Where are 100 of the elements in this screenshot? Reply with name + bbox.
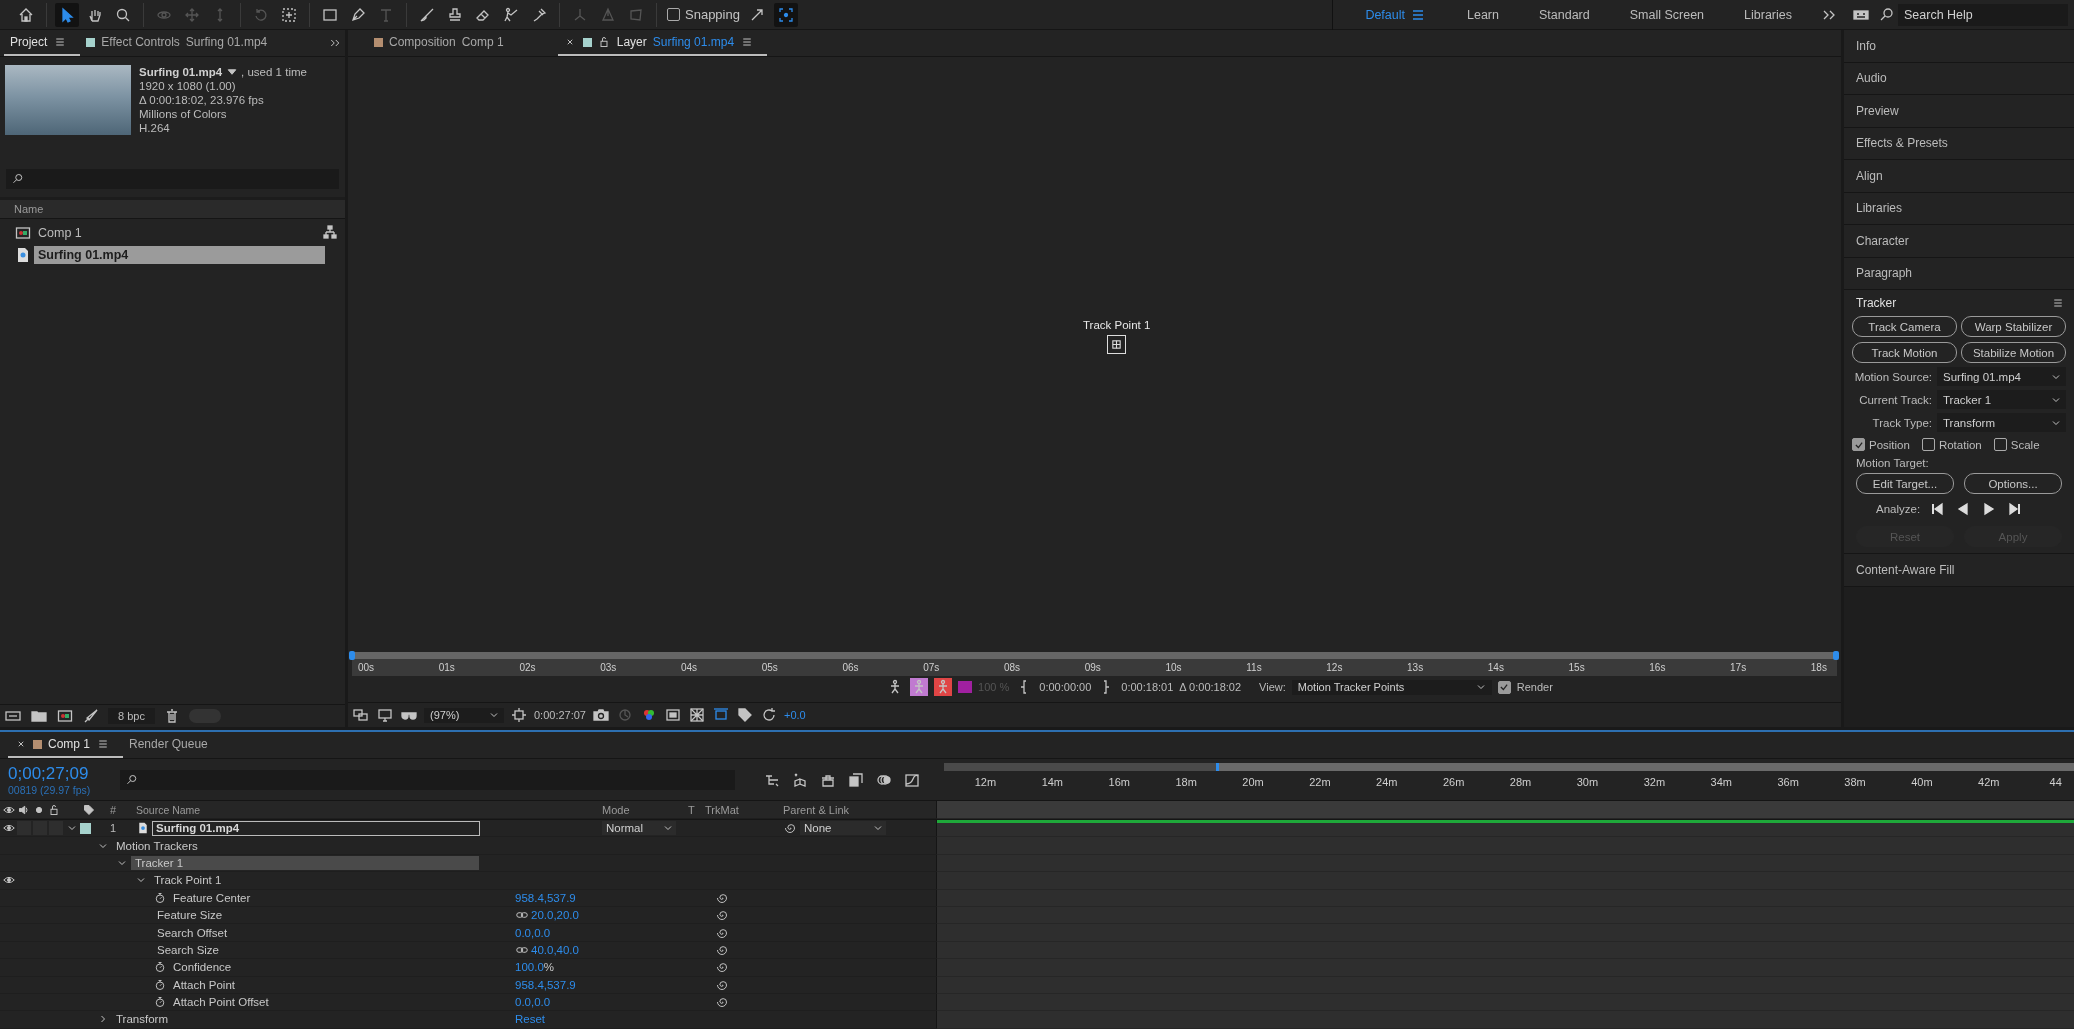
camera-icon[interactable] (592, 706, 610, 724)
menu-icon[interactable] (53, 35, 67, 49)
stopwatch-icon[interactable] (153, 995, 166, 1009)
workspace-tab[interactable]: Standard (1539, 7, 1590, 22)
search-field[interactable] (6, 169, 339, 189)
workspace-tab[interactable]: Default (1365, 7, 1405, 22)
workspace-tab[interactable]: Learn (1467, 7, 1499, 22)
panel-tab[interactable]: Comp 1 (8, 732, 124, 758)
search-field[interactable] (120, 769, 736, 790)
fit-frame-icon[interactable] (510, 706, 528, 724)
switch-box[interactable] (33, 821, 47, 836)
speaker-icon[interactable] (17, 803, 30, 816)
spiral-icon[interactable] (715, 960, 728, 974)
property-group[interactable]: Transform (112, 1012, 172, 1027)
label-swatch[interactable] (80, 822, 91, 834)
tracker-button[interactable]: Edit Target... (1856, 473, 1954, 494)
color-swatch[interactable] (958, 681, 973, 693)
property-group[interactable]: Tracker 1 (131, 855, 479, 870)
property-value[interactable]: Reset (515, 1013, 546, 1026)
property-value[interactable]: 0.0,0.0 (515, 926, 551, 939)
stopwatch-icon[interactable] (153, 960, 166, 974)
workspace-tab[interactable]: Small Screen (1629, 7, 1705, 22)
spiral-icon[interactable] (715, 926, 728, 940)
switch-box[interactable] (49, 821, 63, 836)
checkbox[interactable] (667, 8, 680, 21)
render-label[interactable]: Render (1516, 681, 1553, 693)
exposure-value[interactable]: +0.0 (784, 709, 806, 721)
magnification-dropdown[interactable]: (97%) (424, 707, 504, 723)
panel-title[interactable]: Libraries (1856, 201, 1903, 216)
property-value[interactable]: 0.0,0.0 (515, 996, 551, 1009)
checkerboard-icon[interactable] (688, 706, 706, 724)
tracker-button[interactable]: Stabilize Motion (1961, 342, 2066, 363)
lock-icon[interactable] (597, 35, 611, 49)
property-value[interactable]: 958.4,537.9 (515, 978, 576, 991)
spiral-icon[interactable] (715, 978, 728, 992)
checkbox[interactable] (1852, 438, 1865, 451)
panel-title[interactable]: Info (1856, 38, 1876, 53)
panel-tab[interactable]: Composition Comp 1 (368, 30, 518, 56)
arrow-cursor-icon[interactable] (55, 2, 79, 27)
property-group[interactable]: Track Point 1 (150, 873, 226, 888)
stopwatch-icon[interactable] (153, 891, 166, 905)
spiral-icon[interactable] (783, 821, 796, 835)
tag-icon[interactable] (736, 706, 754, 724)
mode-dropdown[interactable]: Normal (602, 821, 676, 836)
property-value[interactable]: 20.0,20.0 (531, 909, 579, 922)
dropdown[interactable]: Surfing 01.mp4 (1937, 367, 2066, 386)
view-dropdown[interactable]: Motion Tracker Points (1291, 679, 1492, 695)
refresh-icon[interactable] (760, 706, 778, 724)
person-icon[interactable] (910, 678, 929, 696)
tracker-button[interactable]: Track Motion (1852, 342, 1957, 363)
panel-title[interactable]: Tracker (1856, 296, 1897, 310)
property-value[interactable]: 40.0,40.0 (531, 943, 579, 956)
stacked-frames-icon[interactable] (847, 770, 866, 789)
parent-dropdown[interactable]: None (800, 821, 886, 836)
current-time[interactable]: 0;00;27;09 (8, 763, 91, 784)
track-point-icon[interactable] (1107, 335, 1127, 354)
panel-title[interactable]: Paragraph (1856, 266, 1913, 281)
square-frame-icon[interactable] (664, 706, 682, 724)
project-item[interactable]: Surfing 01.mp4 (34, 246, 325, 264)
snapping-label[interactable]: Snapping (685, 7, 740, 22)
spiral-icon[interactable] (715, 943, 728, 957)
layer-name[interactable]: Surfing 01.mp4 (152, 820, 480, 836)
panel-tab[interactable]: Render Queue (123, 732, 222, 758)
overlapping-squares-icon[interactable] (352, 706, 370, 724)
panel-title[interactable]: Align (1856, 168, 1883, 183)
menu-icon[interactable] (740, 35, 754, 49)
monitor-icon[interactable] (376, 706, 394, 724)
workspace-tab[interactable]: Libraries (1744, 7, 1792, 22)
panel-title[interactable]: Content-Aware Fill (1856, 562, 1955, 577)
lock-icon[interactable] (47, 803, 60, 816)
checkbox[interactable] (1993, 438, 2007, 451)
panel-title[interactable]: Preview (1856, 103, 1899, 118)
project-item[interactable]: Comp 1 (34, 224, 86, 242)
spiral-icon[interactable] (715, 995, 728, 1009)
timecode[interactable]: 0:00:27:07 (534, 709, 586, 721)
panel-tab[interactable]: Project (4, 30, 81, 56)
frame-corners-icon[interactable] (773, 2, 798, 27)
property-value[interactable]: 100.0% (515, 961, 554, 974)
panel-title[interactable]: Character (1856, 233, 1909, 248)
stopwatch-icon[interactable] (153, 978, 166, 992)
menu-icon[interactable] (2051, 296, 2064, 310)
property-value[interactable]: 958.4,537.9 (515, 891, 576, 904)
checkbox[interactable] (1497, 680, 1511, 694)
tag-icon[interactable] (82, 803, 95, 816)
end-marker[interactable] (1833, 651, 1839, 660)
spiral-icon[interactable] (715, 891, 728, 905)
menu-icon[interactable] (96, 737, 110, 751)
panel-tab[interactable]: Effect Controls Surfing 01.mp4 (80, 30, 282, 56)
panel-title[interactable]: Audio (1856, 71, 1887, 86)
checkbox-label[interactable]: Position (1869, 438, 1910, 451)
dropdown[interactable]: Tracker 1 (1937, 390, 2066, 409)
checkbox[interactable] (1921, 438, 1935, 451)
tracker-button[interactable]: Options... (1964, 473, 2062, 494)
playhead[interactable] (349, 651, 355, 660)
tracker-button[interactable]: Track Camera (1852, 316, 1957, 337)
spiral-icon[interactable] (715, 908, 728, 922)
bit-depth-button[interactable]: 8 bpc (108, 708, 155, 724)
property-group[interactable]: Motion Trackers (112, 838, 202, 853)
checkbox-label[interactable]: Rotation (1938, 438, 1982, 451)
person-icon[interactable] (934, 678, 953, 696)
